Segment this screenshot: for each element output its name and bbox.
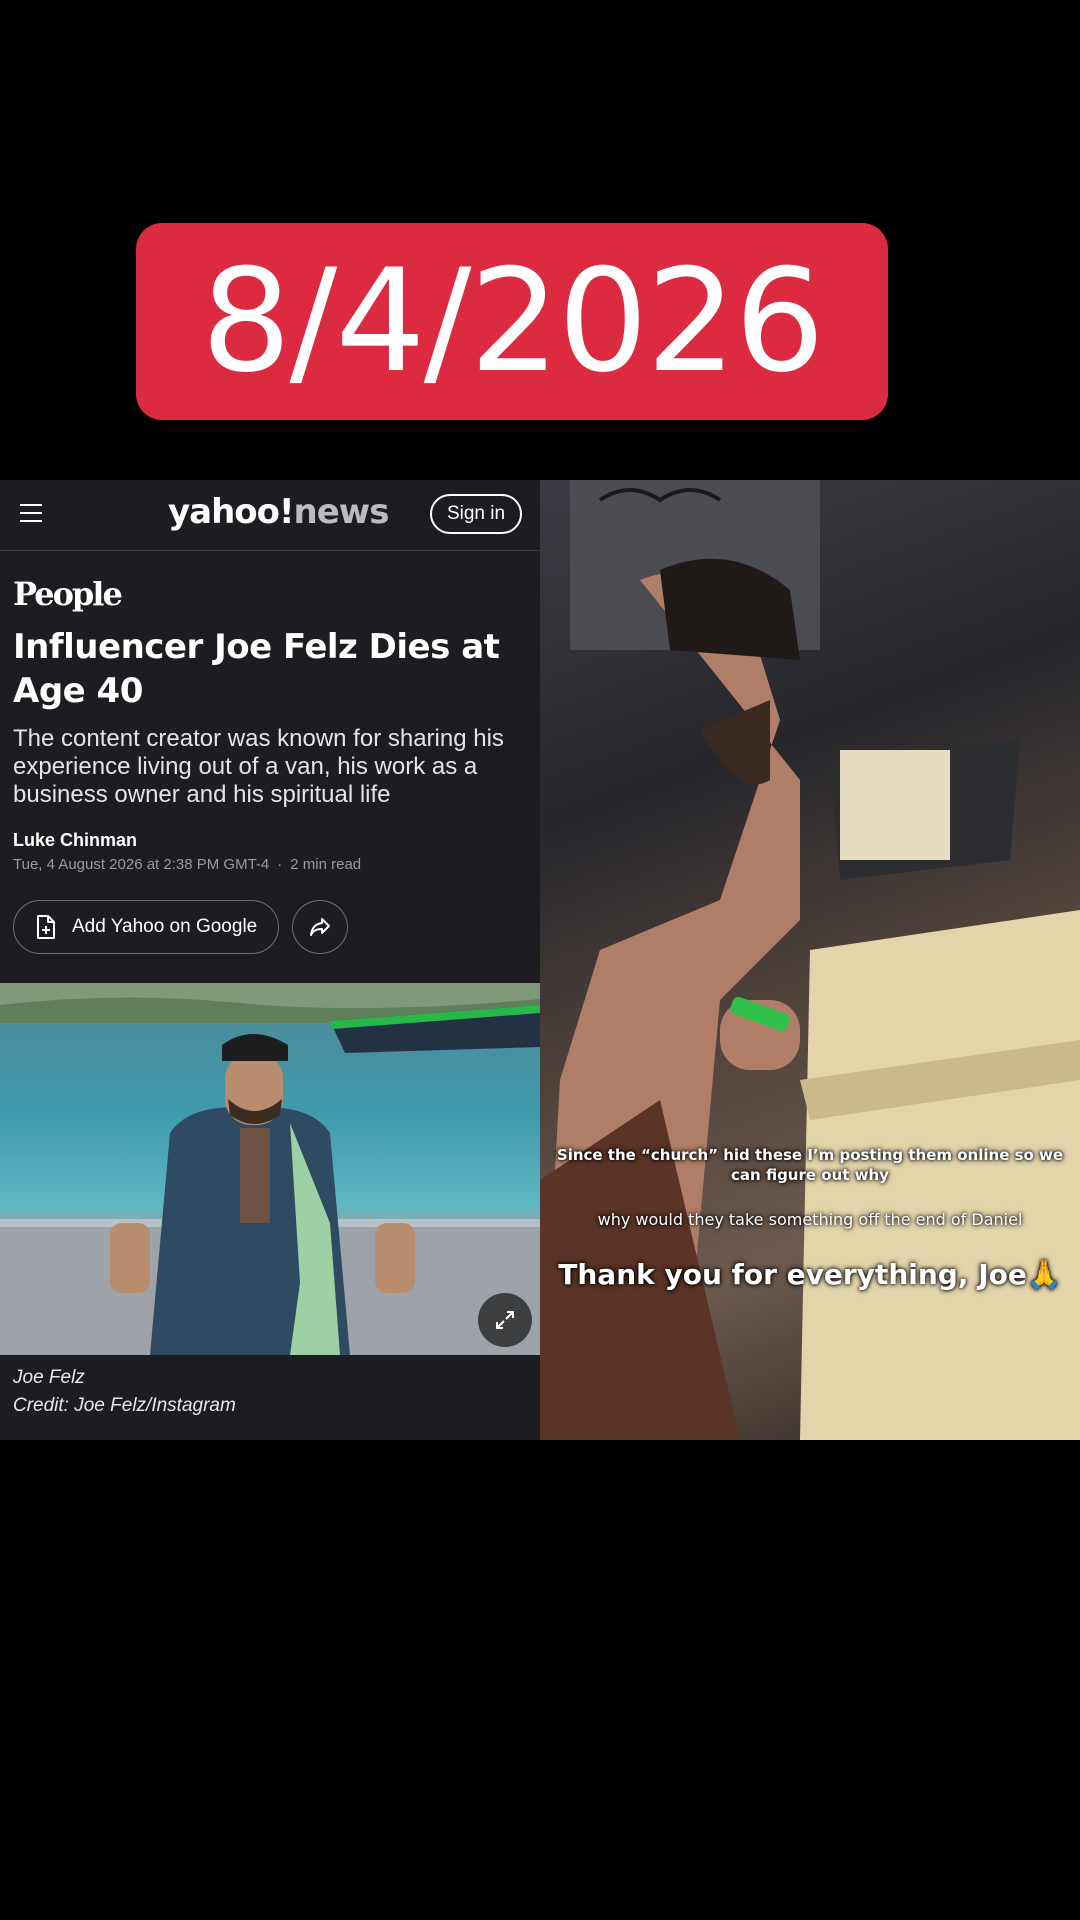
video-panel[interactable]: Since the “church” hid these I’m posting… (540, 480, 1080, 1440)
add-yahoo-on-google-button[interactable]: Add Yahoo on Google (13, 900, 279, 954)
video-overlay-text-3: Thank you for everything, Joe🙏 (558, 1258, 1062, 1291)
video-overlay-text-2: why would they take something off the en… (597, 1210, 1023, 1229)
meta-separator: · (277, 856, 283, 873)
top-bar: yahoo!news Sign in (0, 480, 540, 551)
expand-icon (496, 1311, 514, 1329)
caption-credit: Credit: Joe Felz/Instagram (13, 1395, 236, 1416)
photo-caption: Joe Felz Credit: Joe Felz/Instagram (13, 1364, 236, 1420)
add-button-label: Add Yahoo on Google (72, 916, 258, 937)
photo-scene (0, 983, 540, 1355)
add-document-icon (37, 915, 55, 939)
date-badge: 8/4/2026 (136, 223, 888, 420)
article-panel: yahoo!news Sign in People Influencer Joe… (0, 480, 540, 1440)
caption-name: Joe Felz (13, 1367, 85, 1388)
date-text: 8/4/2026 (201, 238, 825, 404)
hamburger-icon[interactable] (20, 504, 42, 524)
video-overlay-text-1: Since the “church” hid these I’m posting… (556, 1146, 1064, 1184)
publish-date: Tue, 4 August 2026 at 2:38 PM GMT-4 (13, 856, 270, 873)
article-photo[interactable] (0, 983, 540, 1355)
video-scene (540, 480, 1080, 1440)
logo-yahoo: yahoo! (168, 492, 295, 532)
share-icon (310, 918, 330, 936)
yahoo-news-logo[interactable]: yahoo!news (168, 492, 390, 532)
publisher-logo[interactable]: People (13, 575, 123, 613)
read-time: 2 min read (290, 856, 362, 873)
article-subhead: The content creator was known for sharin… (13, 725, 504, 808)
expand-photo-button[interactable] (478, 1293, 532, 1347)
logo-news: news (293, 492, 390, 532)
article-meta: Tue, 4 August 2026 at 2:38 PM GMT-4 · 2 mi… (13, 856, 361, 873)
article-headline: Influencer Joe Felz Dies at Age 40 (13, 627, 500, 711)
author-name[interactable]: Luke Chinman (13, 830, 137, 851)
sign-in-button[interactable]: Sign in (430, 494, 522, 534)
share-button[interactable] (292, 900, 348, 954)
